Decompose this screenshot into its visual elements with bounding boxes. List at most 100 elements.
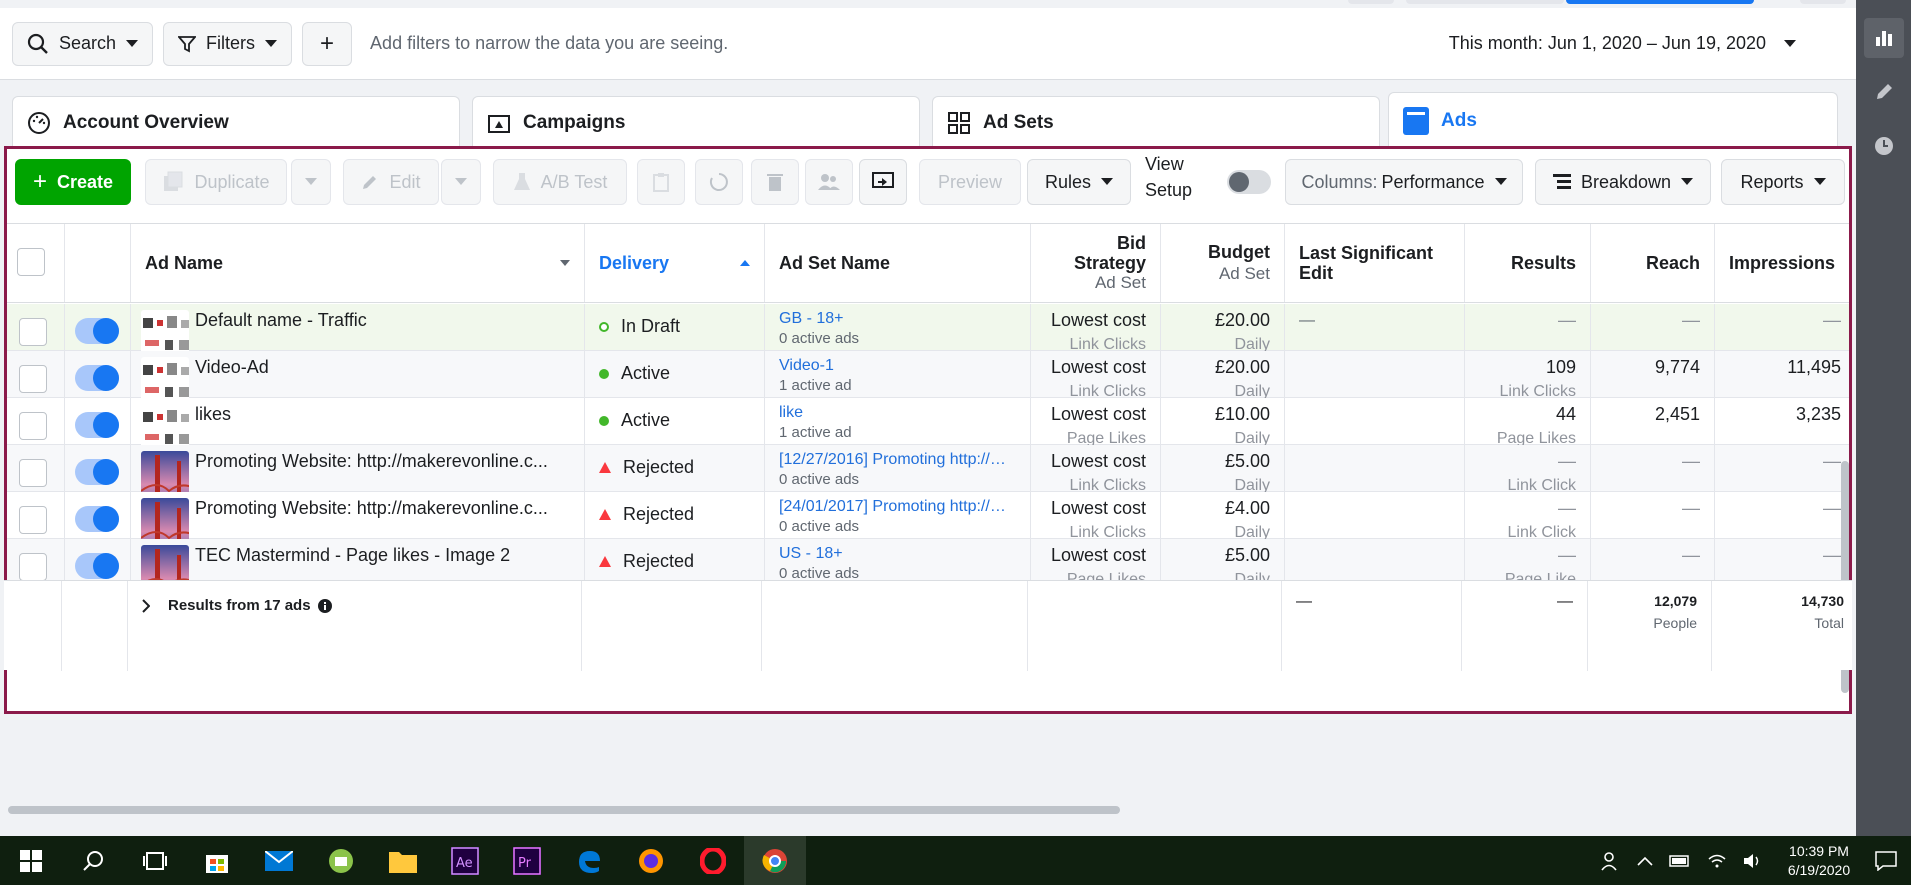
reach-value: 9,774 [1654, 357, 1700, 377]
header-results[interactable]: Results [1465, 224, 1591, 302]
top-primary-button[interactable] [1566, 0, 1754, 4]
cell-reach: — [1591, 304, 1715, 350]
ad-on-off-toggle[interactable] [75, 412, 119, 438]
top-button-4[interactable] [1800, 0, 1846, 4]
tab-account-overview[interactable]: Account Overview [12, 96, 460, 148]
table-row[interactable]: likes Active like 1 active ad Lowest cost Pag… [7, 398, 1849, 448]
top-button-2[interactable] [1406, 0, 1564, 4]
rules-button[interactable]: Rules [1027, 159, 1131, 205]
mail-icon[interactable] [248, 836, 310, 885]
edit-button[interactable]: Edit [343, 159, 439, 205]
edit-dropdown[interactable] [441, 159, 481, 205]
header-bid-strategy[interactable]: Bid Strategy Ad Set [1031, 224, 1161, 302]
row-checkbox[interactable] [19, 318, 47, 346]
wifi-icon[interactable] [1707, 853, 1727, 869]
columns-button[interactable]: Columns: Performance [1285, 159, 1523, 205]
header-reach[interactable]: Reach [1591, 224, 1715, 302]
tab-ad-sets[interactable]: Ad Sets [932, 96, 1380, 148]
breakdown-button[interactable]: Breakdown [1535, 159, 1711, 205]
filters-button[interactable]: Filters [163, 21, 293, 66]
taskbar-search-icon[interactable] [62, 836, 124, 885]
ad-set-link[interactable]: GB - 18+ [779, 310, 1015, 328]
delete-button[interactable] [751, 159, 799, 205]
tab-campaigns[interactable]: Campaigns [472, 96, 920, 148]
horizontal-scrollbar-thumb[interactable] [8, 806, 1120, 814]
ad-on-off-toggle[interactable] [75, 553, 119, 579]
duplicate-button[interactable]: Duplicate [145, 159, 287, 205]
ad-on-off-toggle[interactable] [75, 365, 119, 391]
table-row[interactable]: Promoting Website: http://makerevonline.… [7, 492, 1849, 542]
ad-on-off-toggle[interactable] [75, 318, 119, 344]
horizontal-scrollbar[interactable] [8, 806, 1848, 814]
header-last-edit[interactable]: Last Significant Edit [1285, 224, 1465, 302]
firefox-icon[interactable] [620, 836, 682, 885]
top-button-1[interactable] [1348, 0, 1394, 4]
header-budget[interactable]: Budget Ad Set [1161, 224, 1285, 302]
row-checkbox[interactable] [19, 553, 47, 581]
task-view-icon[interactable] [124, 836, 186, 885]
table-row[interactable]: Default name - Traffic In Draft GB - 18+ 0 … [7, 304, 1849, 354]
premiere-icon[interactable]: Pr [496, 836, 558, 885]
store-icon[interactable] [186, 836, 248, 885]
duplicate-dropdown[interactable] [291, 159, 331, 205]
notification-icon[interactable] [1875, 850, 1897, 871]
ad-set-link[interactable]: [24/01/2017] Promoting http://ma... [779, 498, 1015, 516]
ad-name-link[interactable]: Promoting Website: http://makerevonline.… [195, 498, 555, 519]
header-delivery[interactable]: Delivery [585, 224, 765, 302]
date-range-picker[interactable]: This month: Jun 1, 2020 – Jun 19, 2020 [1449, 33, 1796, 54]
ab-test-button[interactable]: A/B Test [493, 159, 627, 205]
header-impressions[interactable]: Impressions [1715, 224, 1849, 302]
chevron-up-icon[interactable] [1637, 856, 1653, 866]
ad-name-link[interactable]: likes [195, 404, 555, 425]
select-all-checkbox[interactable] [17, 248, 45, 276]
view-setup-toggle[interactable] [1227, 170, 1271, 194]
ad-on-off-toggle[interactable] [75, 459, 119, 485]
row-checkbox[interactable] [19, 459, 47, 487]
clock-icon[interactable] [1864, 126, 1904, 166]
reports-button[interactable]: Reports [1721, 159, 1845, 205]
row-checkbox[interactable] [19, 506, 47, 534]
clipboard-button[interactable] [637, 159, 685, 205]
ad-set-link[interactable]: Video-1 [779, 357, 1015, 375]
ad-set-link[interactable]: [12/27/2016] Promoting http://ma... [779, 451, 1015, 469]
add-filter-button[interactable]: + [302, 21, 353, 66]
file-explorer-icon[interactable] [372, 836, 434, 885]
search-button[interactable]: Search [12, 21, 154, 66]
table-row[interactable]: TEC Mastermind - Page likes - Image 2 Rej… [7, 539, 1849, 589]
ad-on-off-toggle[interactable] [75, 506, 119, 532]
app-green-icon[interactable] [310, 836, 372, 885]
volume-icon[interactable] [1743, 853, 1763, 869]
chart-icon[interactable] [1864, 18, 1904, 58]
table-row[interactable]: Promoting Website: http://makerevonline.… [7, 445, 1849, 495]
header-ad-set-name[interactable]: Ad Set Name [765, 224, 1031, 302]
chevron-right-icon[interactable] [142, 598, 150, 613]
chart-export-button[interactable] [859, 159, 907, 205]
info-icon[interactable] [317, 598, 333, 614]
ad-name-link[interactable]: Default name - Traffic [195, 310, 555, 331]
opera-icon[interactable] [682, 836, 744, 885]
audience-button[interactable] [805, 159, 853, 205]
people-tray-icon[interactable] [1601, 851, 1621, 871]
chrome-icon[interactable] [744, 836, 806, 885]
summary-row: Results from 17 ads — — 12,079 People 14… [4, 580, 1852, 671]
row-checkbox[interactable] [19, 412, 47, 440]
ad-set-link[interactable]: US - 18+ [779, 545, 1015, 563]
windows-start-icon[interactable] [0, 836, 62, 885]
ad-name-link[interactable]: TEC Mastermind - Page likes - Image 2 [195, 545, 555, 566]
pencil-icon[interactable] [1864, 72, 1904, 112]
after-effects-icon[interactable]: Ae [434, 836, 496, 885]
clock[interactable]: 10:39 PM 6/19/2020 [1779, 842, 1859, 880]
edge-icon[interactable] [558, 836, 620, 885]
preview-button[interactable]: Preview [919, 159, 1021, 205]
battery-icon[interactable] [1669, 854, 1691, 867]
header-ad-name[interactable]: Ad Name [131, 224, 585, 302]
ad-set-link[interactable]: like [779, 404, 1015, 422]
ad-name-link[interactable]: Promoting Website: http://makerevonline.… [195, 451, 555, 472]
row-checkbox[interactable] [19, 365, 47, 393]
reach-value: — [1682, 545, 1700, 565]
tab-ads[interactable]: Ads [1388, 92, 1838, 148]
revert-button[interactable] [695, 159, 743, 205]
ad-name-link[interactable]: Video-Ad [195, 357, 555, 378]
table-row[interactable]: Video-Ad Active Video-1 1 active ad Lowest c… [7, 351, 1849, 401]
create-button[interactable]: + Create [15, 159, 131, 205]
